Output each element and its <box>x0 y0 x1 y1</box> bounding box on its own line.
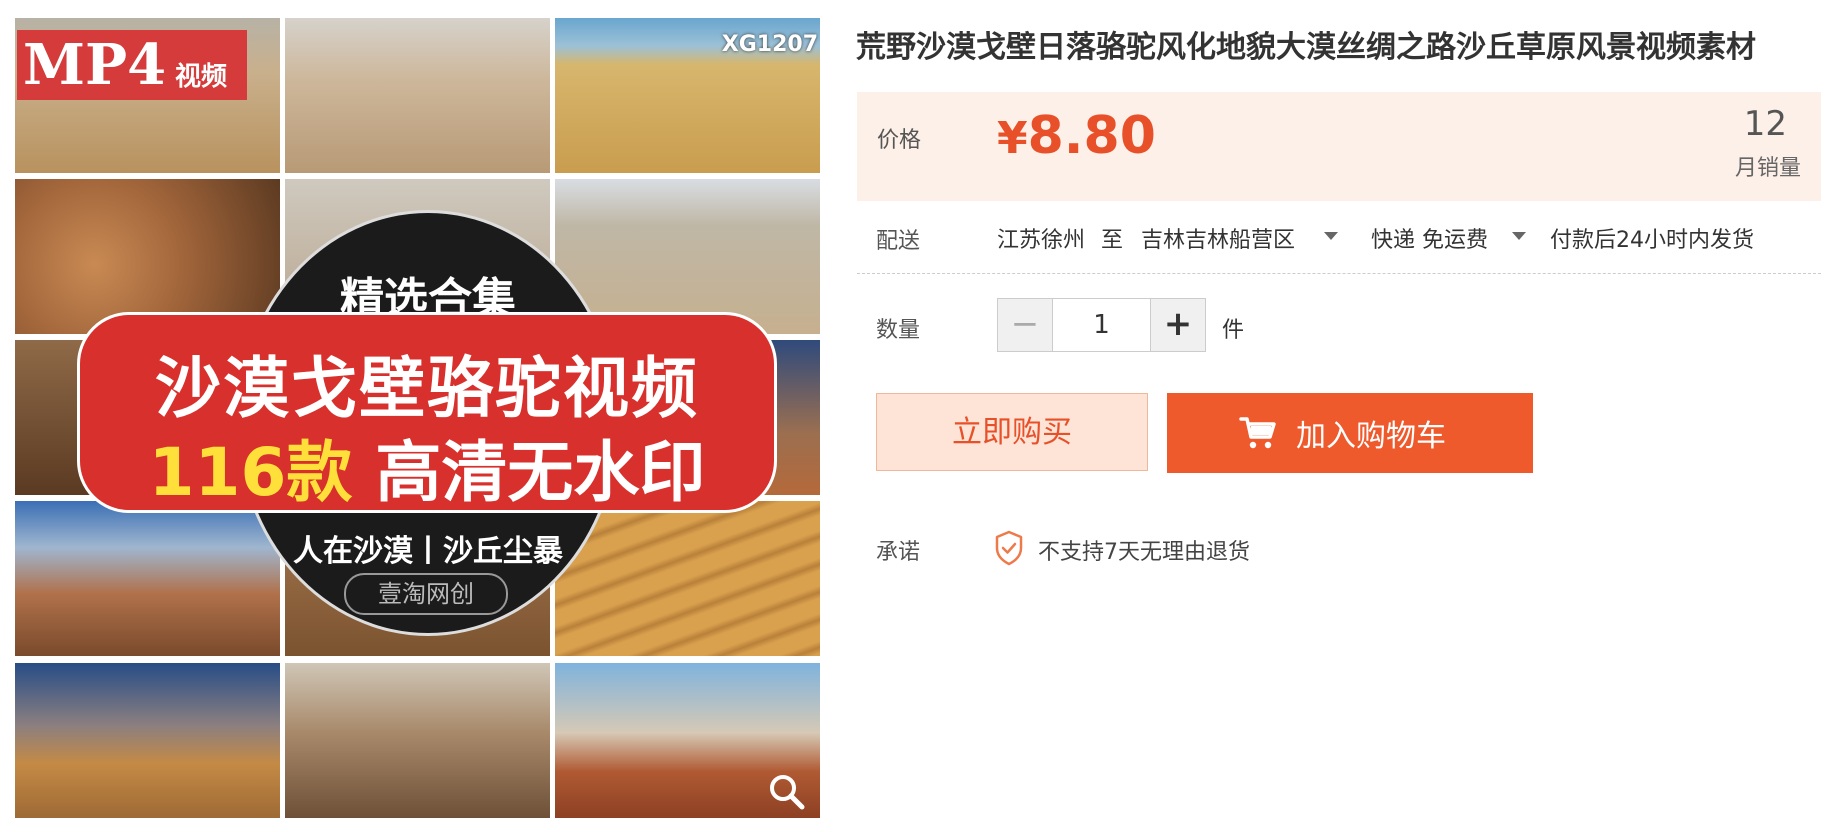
price-currency: ¥ <box>997 113 1028 164</box>
quantity-input[interactable]: 1 <box>1054 299 1149 351</box>
divider <box>857 273 1821 274</box>
quantity-decrease-button[interactable]: − <box>998 299 1053 351</box>
monthly-sales-count: 12 <box>1743 104 1787 144</box>
product-title: 荒野沙漠戈壁日落骆驼风化地貌大漠丝绸之路沙丘草原风景视频素材 <box>856 30 1756 65</box>
mp4-format-text: MP4 <box>23 32 167 98</box>
promo-banner: 沙漠戈壁骆驼视频 116款 高清无水印 <box>77 312 777 513</box>
product-image[interactable]: MP4 视频 XG1207 精选合集 人在沙漠丨沙丘尘暴 壹淘网创 沙漠戈壁骆驼… <box>15 18 820 823</box>
price-amount: 8.80 <box>1027 106 1156 166</box>
image-tile <box>15 501 280 656</box>
zoom-icon[interactable] <box>766 771 806 811</box>
cart-icon <box>1239 417 1276 449</box>
return-policy-text: 不支持7天无理由退货 <box>1038 540 1250 565</box>
image-tile <box>285 663 550 818</box>
mp4-badge: MP4 视频 <box>17 30 247 100</box>
add-to-cart-button[interactable]: 加入购物车 <box>1167 393 1533 473</box>
dispatch-time: 付款后24小时内发货 <box>1550 228 1754 253</box>
delivery-to: 至 <box>1101 228 1124 253</box>
mp4-video-label: 视频 <box>175 62 228 92</box>
banner-headline: 沙漠戈壁骆驼视频 <box>155 350 699 427</box>
brand-stamp: 壹淘网创 <box>344 573 508 615</box>
delivery-origin: 江苏徐州 <box>997 228 1086 253</box>
quantity-stepper: − 1 + <box>997 298 1206 352</box>
delivery-label: 配送 <box>876 229 921 254</box>
add-to-cart-label: 加入购物车 <box>1296 419 1446 454</box>
image-tile <box>15 663 280 818</box>
quantity-label: 数量 <box>876 318 921 343</box>
banner-count: 116款 <box>148 434 353 511</box>
price-panel: 价格 ¥8.80 12 月销量 <box>857 92 1821 201</box>
collection-subtitle: 人在沙漠丨沙丘尘暴 <box>293 534 563 569</box>
quantity-unit: 件 <box>1222 318 1245 343</box>
price-value: ¥8.80 <box>997 106 1156 166</box>
monthly-sales-label: 月销量 <box>1734 156 1801 181</box>
promise-label: 承诺 <box>876 540 921 565</box>
chevron-down-icon[interactable] <box>1512 232 1526 240</box>
product-code: XG1207 <box>721 32 818 57</box>
shield-check-icon <box>995 530 1023 566</box>
price-label: 价格 <box>877 128 922 153</box>
banner-subline: 116款 高清无水印 <box>80 419 774 515</box>
quantity-increase-button[interactable]: + <box>1150 299 1205 351</box>
chevron-down-icon[interactable] <box>1324 232 1338 240</box>
banner-feature: 高清无水印 <box>375 434 706 511</box>
delivery-destination-select[interactable]: 吉林吉林船营区 <box>1141 222 1295 254</box>
buy-now-button[interactable]: 立即购买 <box>876 393 1148 471</box>
image-tile <box>285 18 550 173</box>
shipping-method-select[interactable]: 快递 免运费 <box>1371 222 1488 254</box>
